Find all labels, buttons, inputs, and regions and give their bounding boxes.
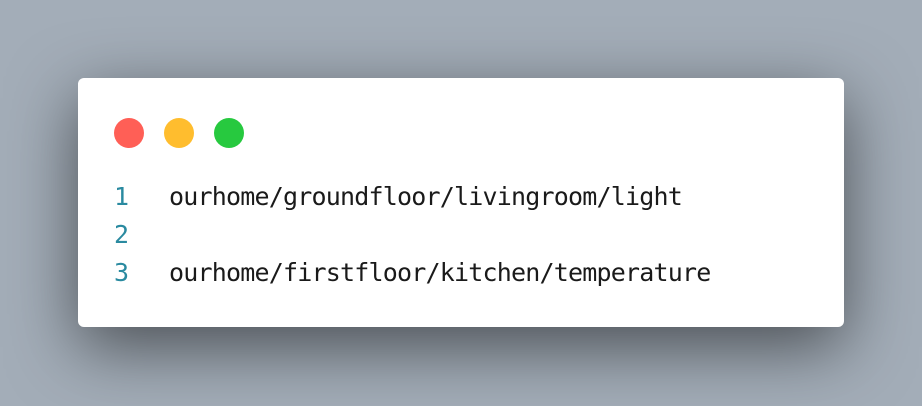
code-window: 1 ourhome/groundfloor/livingroom/light 2…	[78, 78, 844, 327]
line-text: ourhome/groundfloor/livingroom/light	[169, 182, 683, 211]
code-line: 2	[114, 216, 711, 254]
line-number: 1	[114, 182, 130, 211]
code-block: 1 ourhome/groundfloor/livingroom/light 2…	[114, 178, 711, 292]
close-button[interactable]	[114, 118, 144, 148]
code-line: 1 ourhome/groundfloor/livingroom/light	[114, 178, 711, 216]
line-text: ourhome/firstfloor/kitchen/temperature	[169, 258, 711, 287]
line-number: 2	[114, 220, 130, 249]
line-number: 3	[114, 258, 130, 287]
code-line: 3 ourhome/firstfloor/kitchen/temperature	[114, 254, 711, 292]
minimize-button[interactable]	[164, 118, 194, 148]
maximize-button[interactable]	[214, 118, 244, 148]
